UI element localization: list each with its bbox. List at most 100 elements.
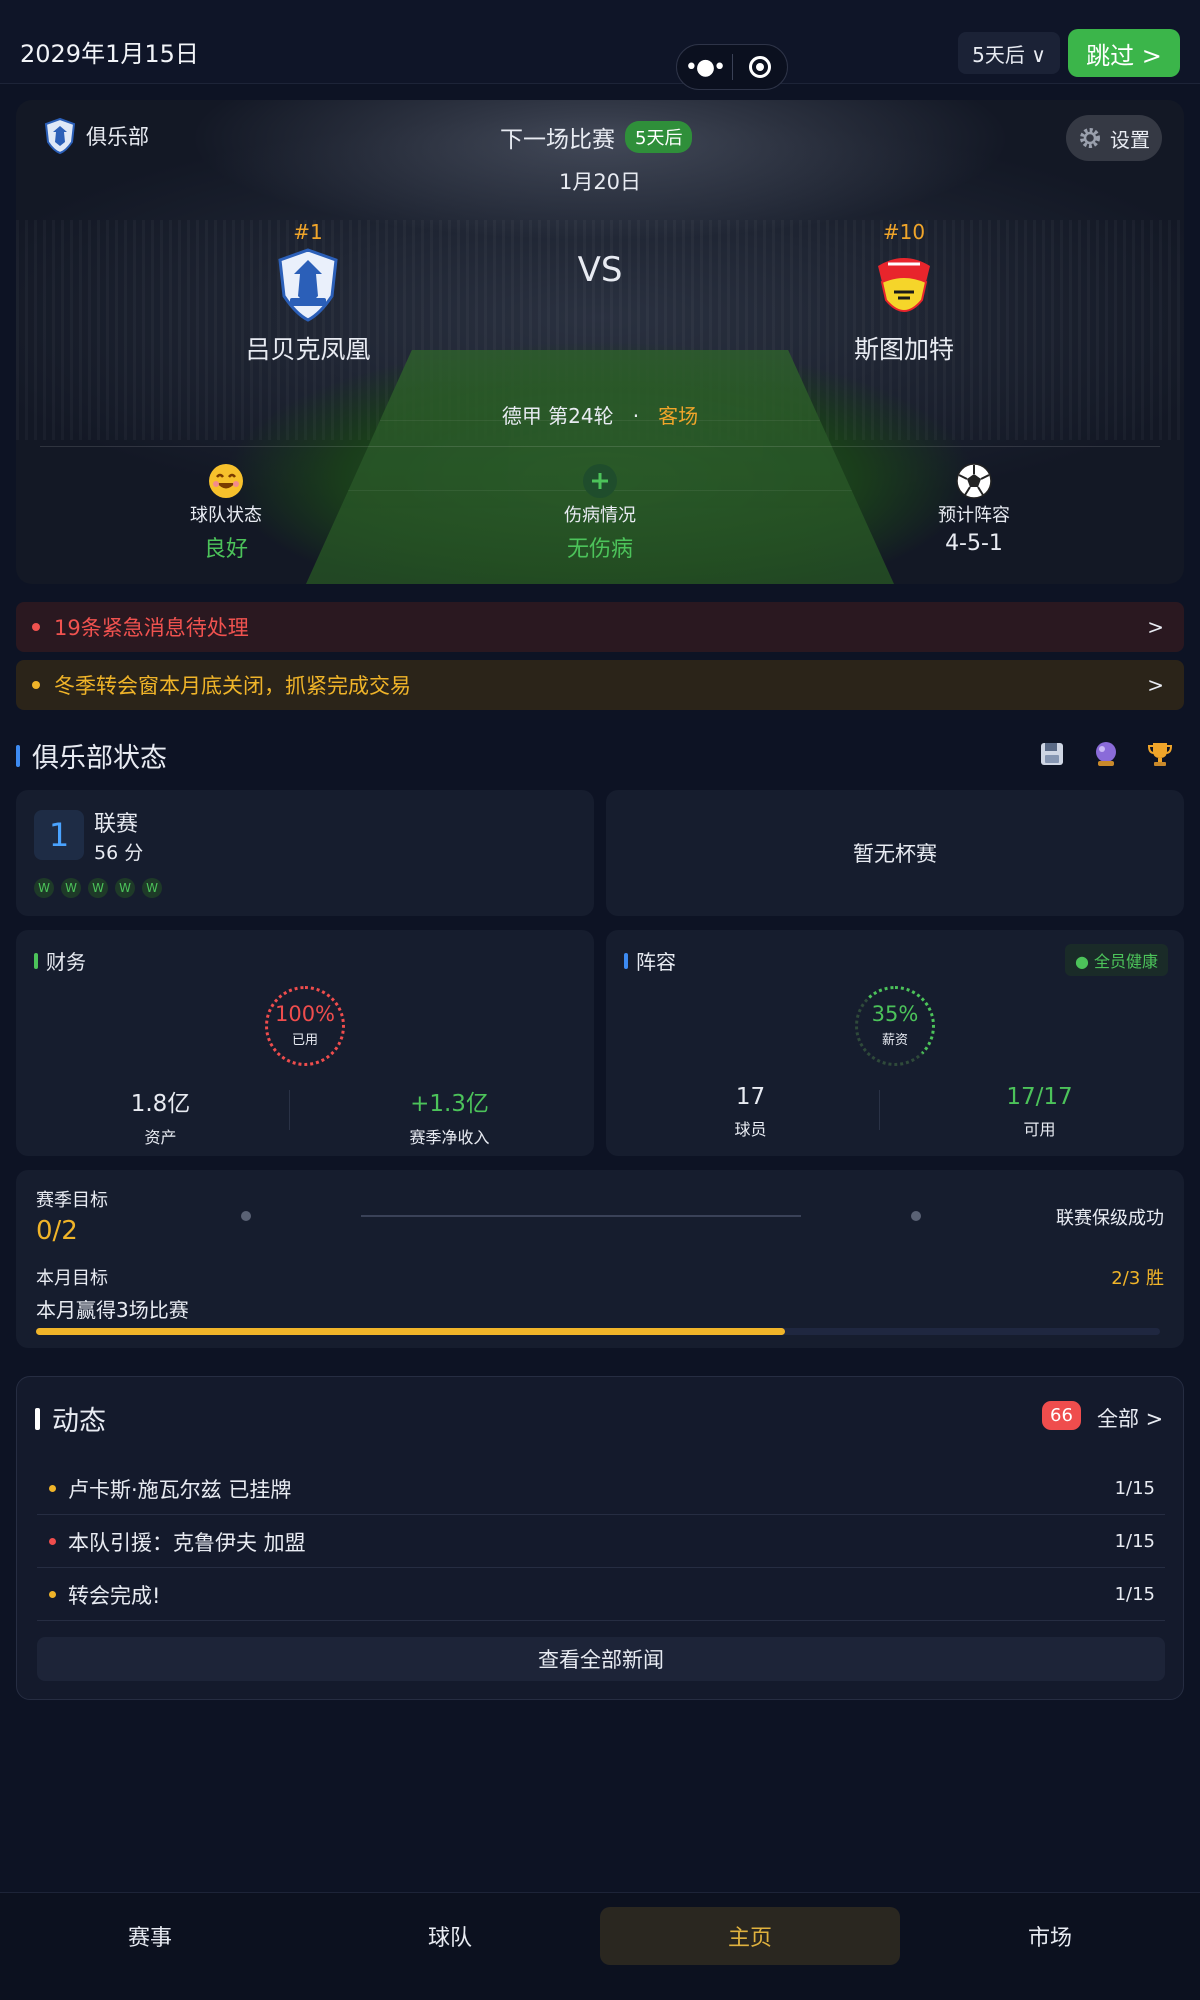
club-label[interactable]: 俱乐部 [44, 118, 149, 154]
season-goal-label: 赛季目标 [36, 1190, 108, 1211]
injury-label: 伤病情况 [564, 505, 636, 526]
squad-card[interactable]: 阵容 ● 全员健康 35% 薪资 17 球员 17/17 可用 [606, 930, 1184, 1156]
squad-title-text: 阵容 [636, 950, 676, 974]
chevron-right-icon: > [1147, 615, 1164, 639]
club-crest-icon [44, 118, 76, 154]
form-result: W [142, 878, 162, 898]
season-goal-text: 联赛保级成功 [1056, 1208, 1164, 1229]
club-status-title-text: 俱乐部状态 [32, 743, 167, 774]
day-selector[interactable]: 5天后 ∨ [958, 32, 1060, 74]
news-item[interactable]: 卢卡斯·施瓦尔兹 已挂牌 1/15 [37, 1463, 1165, 1515]
finance-accent-bar [34, 952, 38, 969]
team-morale-value: 良好 [203, 537, 248, 562]
tab-matches[interactable]: 赛事 [0, 1907, 300, 1965]
net-income-label: 赛季净收入 [409, 1128, 490, 1147]
finance-card[interactable]: 财务 100% 已用 1.8亿 资产 +1.3亿 赛季净收入 [16, 930, 594, 1156]
venue-label: 客场 [658, 404, 699, 428]
season-start-dot [241, 1211, 251, 1221]
news-title-text: 动态 [52, 1406, 106, 1437]
home-team-rank: #1 [293, 220, 323, 244]
league-separator: · [632, 404, 640, 428]
league-round: 德甲 第24轮 [501, 404, 614, 428]
lineup-stat[interactable]: 预计阵容 4-5-1 [874, 462, 1074, 556]
budget-used-ring: 100% 已用 [265, 986, 345, 1066]
gear-icon [1080, 128, 1100, 148]
away-team-rank: #10 [882, 220, 926, 244]
news-count-badge: 66 [1042, 1401, 1081, 1430]
league-round-info: 德甲 第24轮 · 客场 [16, 400, 1184, 429]
no-cup-text: 暂无杯赛 [853, 842, 937, 866]
current-date: 2029年1月15日 [20, 40, 199, 68]
urgent-messages-alert[interactable]: 19条紧急消息待处理 > [16, 602, 1184, 652]
news-item-text: 本队引援：克鲁伊夫 加盟 [68, 1530, 306, 1555]
tab-team[interactable]: 球队 [300, 1907, 600, 1965]
lineup-value: 4-5-1 [945, 531, 1003, 556]
form-result: W [61, 878, 81, 898]
save-icon[interactable] [1038, 740, 1066, 768]
alert-dot-icon [32, 681, 40, 689]
wage-ring: 35% 薪资 [855, 986, 935, 1066]
crystal-ball-icon[interactable] [1092, 740, 1120, 768]
available-value: 17/17 [1006, 1084, 1073, 1110]
away-team[interactable]: #10 斯图加特 [784, 220, 1024, 366]
bottom-nav: 赛事 球队 主页 市场 [0, 1892, 1200, 2000]
days-until-badge: 5天后 [625, 121, 693, 153]
month-goal-text: 本月赢得3场比赛 [36, 1298, 189, 1322]
news-item[interactable]: 本队引援：克鲁伊夫 加盟 1/15 [37, 1516, 1165, 1568]
month-goal-progress: 2/3 胜 [1111, 1268, 1164, 1289]
next-match-card: 俱乐部 下一场比赛 5天后 1月20日 设置 #1 吕贝克凤凰 VS #10 斯… [16, 100, 1184, 584]
goals-card[interactable]: 赛季目标 0/2 联赛保级成功 本月目标 2/3 胜 本月赢得3场比赛 [16, 1170, 1184, 1348]
settings-button[interactable]: 设置 [1066, 115, 1162, 161]
league-name: 联赛 [94, 812, 139, 837]
alert-dot-icon [32, 623, 40, 631]
budget-used-pct: 100% [274, 1002, 336, 1026]
tab-home[interactable]: 主页 [600, 1907, 900, 1965]
season-end-dot [911, 1211, 921, 1221]
club-status-actions [1038, 740, 1174, 768]
transfer-window-text: 冬季转会窗本月底关闭，抓紧完成交易 [54, 674, 411, 698]
league-card[interactable]: 1 联赛 56 分 W W W W W [16, 790, 594, 916]
trophy-icon[interactable] [1146, 740, 1174, 768]
assets-value: 1.8亿 [130, 1091, 191, 1117]
squad-accent-bar [624, 952, 628, 969]
view-all-news-button[interactable]: 查看全部新闻 [37, 1637, 1165, 1681]
news-item-date: 1/15 [1114, 1584, 1155, 1605]
news-item-text: 卢卡斯·施瓦尔兹 已挂牌 [68, 1477, 292, 1502]
next-match-header: 下一场比赛 5天后 [500, 120, 693, 154]
available-stat: 17/17 可用 [895, 1084, 1184, 1140]
squad-health-badge: ● 全员健康 [1064, 944, 1168, 976]
transfer-window-alert[interactable]: 冬季转会窗本月底关闭，抓紧完成交易 > [16, 660, 1184, 710]
month-goal-label: 本月目标 [36, 1268, 108, 1289]
more-icon[interactable]: •●• [677, 55, 732, 80]
month-goal-progress-fill [36, 1328, 786, 1335]
news-title: 动态 [35, 1399, 106, 1438]
news-all-link[interactable]: 全部 > [1097, 1403, 1163, 1433]
club-label-text: 俱乐部 [86, 125, 149, 149]
month-goal-progress-bar [36, 1328, 1160, 1335]
players-stat: 17 球员 [606, 1084, 895, 1140]
away-team-crest-icon [878, 258, 930, 312]
assets-stat: 1.8亿 资产 [16, 1084, 305, 1148]
stat-divider [289, 1090, 290, 1130]
net-income-stat: +1.3亿 赛季净收入 [305, 1084, 594, 1148]
cup-card[interactable]: 暂无杯赛 [606, 790, 1184, 916]
available-label: 可用 [1023, 1120, 1056, 1139]
plus-medical-icon [583, 464, 617, 498]
form-result: W [115, 878, 135, 898]
news-item[interactable]: 转会完成! 1/15 [37, 1569, 1165, 1621]
team-morale-stat[interactable]: 球队状态 良好 [126, 462, 326, 563]
mini-program-capsule: •●• [676, 44, 788, 90]
home-team[interactable]: #1 吕贝克凤凰 [188, 220, 428, 366]
hero-divider [40, 446, 1160, 447]
players-label: 球员 [734, 1120, 767, 1139]
skip-button[interactable]: 跳过 > [1068, 29, 1180, 77]
settings-label: 设置 [1110, 127, 1150, 152]
smile-face-icon [209, 464, 243, 498]
next-match-label: 下一场比赛 [500, 127, 615, 153]
finance-title: 财务 [34, 946, 86, 975]
tab-market[interactable]: 市场 [900, 1907, 1200, 1965]
section-accent-bar [16, 744, 20, 767]
close-mini-program-icon[interactable] [733, 56, 787, 78]
injury-stat[interactable]: 伤病情况 无伤病 [500, 462, 700, 563]
wage-label: 薪资 [881, 1033, 908, 1048]
